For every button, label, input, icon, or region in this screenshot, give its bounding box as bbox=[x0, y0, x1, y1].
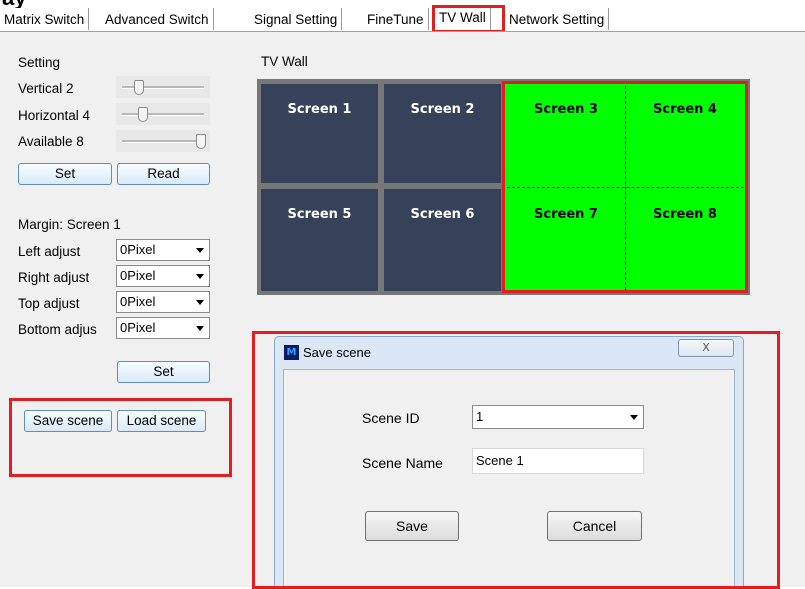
horizontal-slider[interactable] bbox=[116, 103, 210, 125]
bottom-adjust-select[interactable]: 0Pixel bbox=[116, 317, 210, 339]
vertical-slider[interactable] bbox=[116, 76, 210, 98]
left-adjust-select[interactable]: 0Pixel bbox=[116, 239, 210, 261]
tab-finetune[interactable]: FineTune bbox=[363, 8, 429, 30]
set-button[interactable]: Set bbox=[18, 163, 112, 185]
margin-set-button[interactable]: Set bbox=[117, 361, 210, 383]
available-slider[interactable] bbox=[116, 130, 210, 152]
horizontal-slider-thumb[interactable] bbox=[138, 107, 148, 122]
tab-network-setting[interactable]: Network Setting bbox=[505, 8, 610, 30]
scene-buttons-highlight-box bbox=[9, 398, 232, 477]
tab-signal-setting[interactable]: Signal Setting bbox=[250, 8, 343, 30]
chevron-down-icon bbox=[196, 248, 204, 253]
read-button[interactable]: Read bbox=[117, 163, 210, 185]
top-adjust-label: Top adjust bbox=[18, 296, 80, 311]
merged-screen-highlight-box bbox=[502, 81, 748, 293]
chevron-down-icon bbox=[196, 300, 204, 305]
available-slider-thumb[interactable] bbox=[196, 134, 206, 149]
right-adjust-select[interactable]: 0Pixel bbox=[116, 265, 210, 287]
chevron-down-icon bbox=[196, 274, 204, 279]
tab-advanced-switch[interactable]: Advanced Switch bbox=[101, 8, 214, 30]
vertical-label: Vertical 2 bbox=[18, 81, 74, 96]
left-adjust-value: 0Pixel bbox=[120, 242, 156, 257]
screen-1[interactable]: Screen 1 bbox=[261, 84, 378, 183]
screen-6[interactable]: Screen 6 bbox=[384, 189, 501, 291]
top-adjust-select[interactable]: 0Pixel bbox=[116, 291, 210, 313]
dialog-highlight-box bbox=[252, 331, 780, 589]
right-adjust-label: Right adjust bbox=[18, 270, 90, 285]
right-adjust-value: 0Pixel bbox=[120, 268, 156, 283]
tab-matrix-switch[interactable]: Matrix Switch bbox=[0, 8, 90, 30]
vertical-slider-thumb[interactable] bbox=[134, 80, 144, 95]
tab-highlight-box bbox=[432, 5, 505, 33]
screen-2[interactable]: Screen 2 bbox=[384, 84, 501, 183]
bottom-adjust-label: Bottom adjus bbox=[18, 322, 97, 337]
top-adjust-value: 0Pixel bbox=[120, 294, 156, 309]
tv-wall-title: TV Wall bbox=[261, 54, 308, 69]
bottom-adjust-value: 0Pixel bbox=[120, 320, 156, 335]
chevron-down-icon bbox=[196, 326, 204, 331]
setting-title: Setting bbox=[18, 55, 61, 70]
screen-5[interactable]: Screen 5 bbox=[261, 189, 378, 291]
horizontal-label: Horizontal 4 bbox=[18, 108, 91, 123]
left-adjust-label: Left adjust bbox=[18, 244, 81, 259]
available-label: Available 8 bbox=[18, 134, 84, 149]
margin-title: Margin: Screen 1 bbox=[18, 217, 121, 232]
